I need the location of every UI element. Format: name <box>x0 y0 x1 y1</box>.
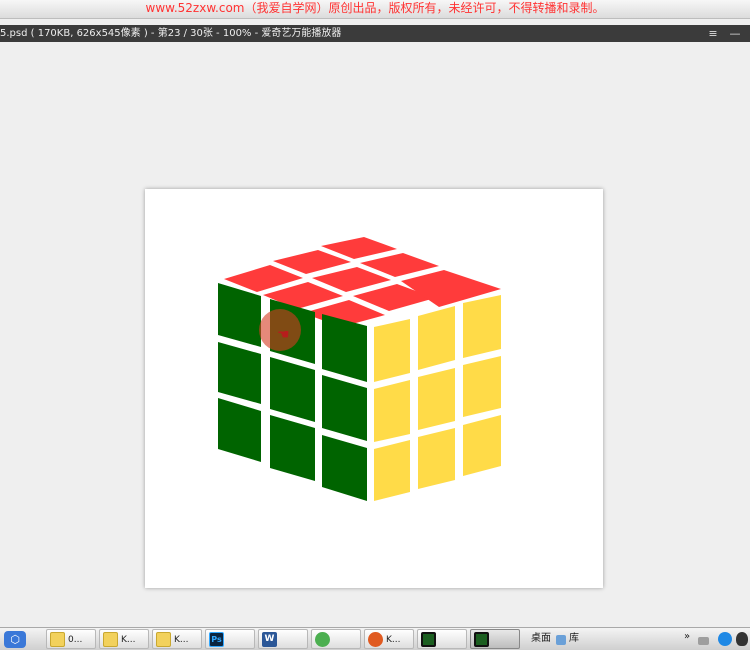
taskbar-photoshop[interactable]: Ps <box>205 629 255 649</box>
left-face-tile <box>322 375 367 441</box>
tray-icon[interactable] <box>698 637 709 645</box>
taskbar-item-label: K... <box>174 635 189 645</box>
taskbar-app-k[interactable]: K... <box>364 629 414 649</box>
hand-cursor-icon: ☚ <box>277 327 290 343</box>
right-face-tile <box>374 440 410 501</box>
menu-icon[interactable]: ≡ <box>706 25 720 42</box>
rubiks-cube-image: ☚ <box>218 237 501 501</box>
left-face-tile <box>322 314 367 382</box>
taskbar-word[interactable]: W <box>258 629 308 649</box>
library-icon <box>556 635 566 645</box>
left-face-tile <box>218 342 261 404</box>
image-viewer-icon <box>421 632 436 647</box>
library-toolbar-label[interactable]: 库 <box>569 631 579 647</box>
taskbar-folder-k1[interactable]: K... <box>99 629 149 649</box>
folder-icon <box>103 632 118 647</box>
window-title: 5.psd ( 170KB, 626x545像素 ) - 第23 / 30张 -… <box>0 28 342 39</box>
taskbar-item-label: K... <box>386 635 401 645</box>
taskbar-image-viewer-2[interactable] <box>470 629 520 649</box>
image-viewer-icon <box>474 632 489 647</box>
cube-top-face <box>224 237 501 327</box>
right-face-tile <box>463 356 501 417</box>
taskbar-item-label: 0... <box>68 635 83 645</box>
taskbar-app-green[interactable] <box>311 629 361 649</box>
right-face-tile <box>418 368 455 430</box>
taskbar-image-viewer-1[interactable] <box>417 629 467 649</box>
word-icon: W <box>262 632 277 647</box>
right-face-tile <box>418 306 455 370</box>
refresh-icon <box>315 632 330 647</box>
taskbar: ⬡ 0... K... K... Ps W K... 桌面 库 » <box>0 627 750 650</box>
start-button[interactable]: ⬡ <box>4 631 26 648</box>
left-face-tile <box>322 435 367 501</box>
overflow-chevron-icon[interactable]: » <box>684 629 690 645</box>
minimize-icon[interactable]: — <box>728 25 742 42</box>
desktop-toolbar-label[interactable]: 桌面 <box>531 631 551 647</box>
left-face-tile <box>270 357 315 422</box>
right-face-tile <box>374 380 410 442</box>
top-face-tile <box>273 250 351 274</box>
cube-right-face <box>374 295 501 501</box>
right-face-tile <box>463 415 501 476</box>
taskbar-folder-k2[interactable]: K... <box>152 629 202 649</box>
left-face-tile <box>218 398 261 462</box>
viewer-canvas: ☚ <box>0 42 750 627</box>
right-face-tile <box>463 295 501 358</box>
top-face-tile <box>312 267 391 292</box>
watermark-text: www.52zxw.com（我爱自学网）原创出品，版权所有，未经许可，不得转播和… <box>145 1 605 15</box>
folder-icon <box>156 632 171 647</box>
right-face-tile <box>374 319 410 382</box>
right-face-tile <box>418 428 455 489</box>
left-face-tile <box>218 283 261 347</box>
image-preview: ☚ <box>145 189 603 588</box>
folder-icon <box>50 632 65 647</box>
viewer-title-bar: 5.psd ( 170KB, 626x545像素 ) - 第23 / 30张 -… <box>0 25 750 42</box>
taskbar-item-label: K... <box>121 635 136 645</box>
qq-icon[interactable] <box>736 632 748 646</box>
browser-icon[interactable] <box>718 632 732 646</box>
left-face-tile <box>270 415 315 481</box>
taskbar-folder-0[interactable]: 0... <box>46 629 96 649</box>
top-watermark-bar: www.52zxw.com（我爱自学网）原创出品，版权所有，未经许可，不得转播和… <box>0 0 750 19</box>
photoshop-icon: Ps <box>209 632 224 647</box>
app-icon <box>368 632 383 647</box>
